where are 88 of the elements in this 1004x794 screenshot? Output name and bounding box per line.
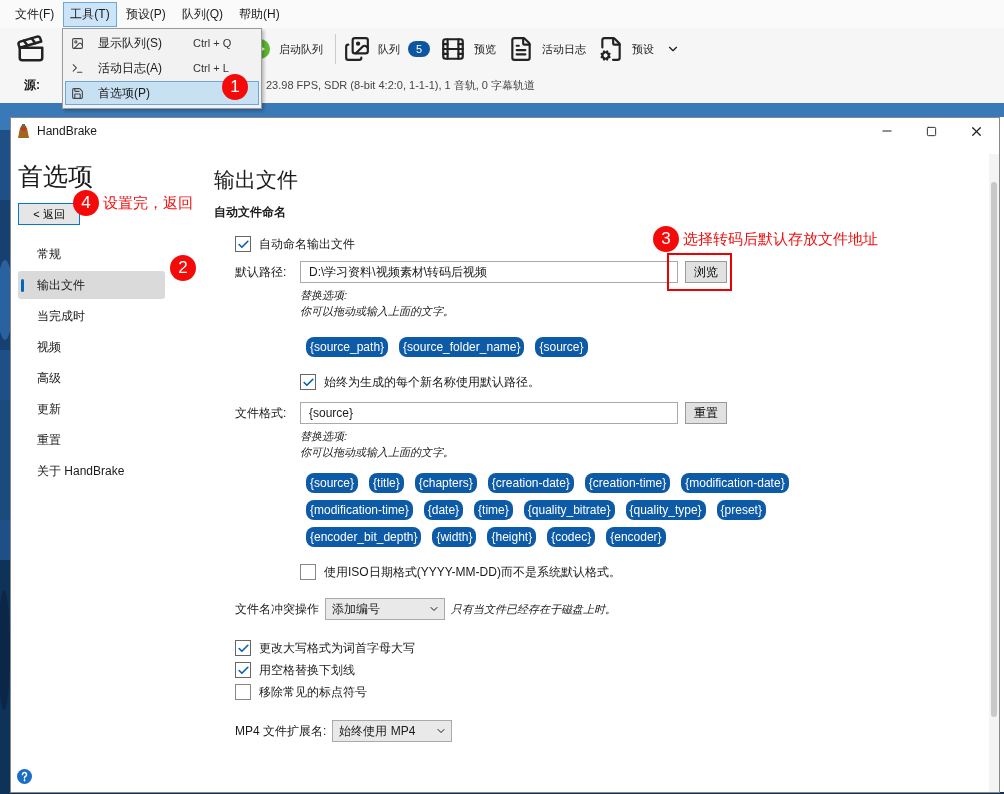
checkbox-label: 始终为生成的每个新名称使用默认路径。 <box>324 373 540 391</box>
checkbox[interactable] <box>235 684 251 700</box>
checkbox[interactable] <box>300 564 316 580</box>
checkbox-label: 用空格替换下划线 <box>259 661 355 679</box>
token-chip[interactable]: {codec} <box>547 527 596 547</box>
format-field[interactable]: {source} <box>300 402 678 424</box>
token-chip[interactable]: {source} <box>306 473 359 493</box>
menu-item[interactable]: 文件(F) <box>8 1 62 27</box>
nav-item[interactable]: 视频 <box>18 333 165 361</box>
token-chip[interactable]: {creation-date} <box>487 473 574 493</box>
clapperboard-icon[interactable] <box>16 34 46 64</box>
token-chip[interactable]: {title} <box>369 473 404 493</box>
token-chip[interactable]: {date} <box>423 500 464 520</box>
checkbox[interactable] <box>235 640 251 656</box>
checkbox-label: 更改大写格式为词首字母大写 <box>259 639 415 657</box>
window-title: HandBrake <box>37 124 99 138</box>
menu-entry[interactable]: 显示队列(S) Ctrl + Q <box>65 31 259 55</box>
browse-button[interactable]: 浏览 <box>685 261 727 283</box>
menu-entry-label: 首选项(P) <box>98 84 151 102</box>
section-title: 输出文件 <box>214 167 299 193</box>
shortcut-text: Ctrl + L <box>193 62 229 74</box>
path-field[interactable]: D:\学习资料\视频素材\转码后视频 <box>300 261 678 283</box>
note-text: 只有当文件已经存在于磁盘上时。 <box>451 601 616 617</box>
token-chip[interactable]: {time} <box>474 500 513 520</box>
token-chip[interactable]: {source_folder_name} <box>399 337 525 357</box>
checkbox-label: 移除常见的标点符号 <box>259 683 367 701</box>
back-button[interactable]: < 返回 <box>18 203 80 225</box>
group-heading: 自动文件命名 <box>214 204 287 221</box>
token-chip[interactable]: {chapters} <box>414 473 477 493</box>
images-icon[interactable] <box>344 36 370 62</box>
checkbox-label: 自动命名输出文件 <box>259 235 355 253</box>
reset-button[interactable]: 重置 <box>685 402 727 424</box>
annotation-text: 设置完，返回 <box>103 193 193 213</box>
menu-entry-label: 活动日志(A) <box>98 59 163 77</box>
checkbox[interactable] <box>235 236 251 252</box>
extension-select[interactable]: 始终使用 MP4 <box>332 720 453 742</box>
source-label: 源: <box>24 76 40 94</box>
checkbox-label: 使用ISO日期格式(YYYY-MM-DD)而不是系统默认格式。 <box>324 563 621 581</box>
token-chip[interactable]: {encoder_bit_depth} <box>306 527 422 547</box>
field-label: MP4 文件扩展名: <box>235 722 327 740</box>
menu-item[interactable]: 队列(Q) <box>174 1 230 27</box>
token-chip[interactable]: {encoder} <box>606 527 666 547</box>
film-icon[interactable] <box>440 36 467 62</box>
nav-item[interactable]: 高级 <box>18 364 165 392</box>
token-chip[interactable]: {modification-date} <box>681 473 789 493</box>
app-icon <box>16 123 31 139</box>
token-chip[interactable]: {creation-time} <box>584 473 671 493</box>
hint-text: 替换选项: <box>300 429 349 444</box>
page-heading: 首选项 <box>18 161 94 192</box>
hint-text: 替换选项: <box>300 288 349 303</box>
token-chip[interactable]: {source} <box>535 337 588 357</box>
toolbar-label[interactable]: 队列 <box>378 41 400 57</box>
toolbar-label[interactable]: 预设 <box>632 41 655 57</box>
field-label: 文件名冲突操作 <box>235 600 319 618</box>
nav-item[interactable]: 重置 <box>18 426 165 454</box>
token-chip[interactable]: {width} <box>432 527 477 547</box>
toolbar-label[interactable]: 活动日志 <box>542 41 587 57</box>
nav-item[interactable]: 输出文件 <box>18 271 165 299</box>
checkbox[interactable] <box>235 662 251 678</box>
annotation-text: 选择转码后默认存放文件地址 <box>683 229 878 249</box>
hint-text: 你可以拖动或输入上面的文字。 <box>300 445 455 460</box>
token-chip[interactable]: {source_path} <box>306 337 389 357</box>
count-badge: 5 <box>408 41 431 57</box>
nav-item[interactable]: 常规 <box>18 240 165 268</box>
hint-text: 你可以拖动或输入上面的文字。 <box>300 304 455 319</box>
conflict-select[interactable]: 添加编号 <box>325 598 445 620</box>
token-chip[interactable]: {quality_bitrate} <box>523 500 615 520</box>
field-label: 默认路径: <box>235 263 288 281</box>
menu-item[interactable]: 预设(P) <box>118 1 173 27</box>
nav-item[interactable]: 当完成时 <box>18 302 165 330</box>
token-chip[interactable]: {modification-time} <box>306 500 413 520</box>
nav-item[interactable]: 更新 <box>18 395 165 423</box>
help-icon[interactable] <box>17 769 32 784</box>
scrollbar[interactable] <box>989 154 999 792</box>
source-info: 23.98 FPS, SDR (8-bit 4:2:0, 1-1-1), 1 音轨, 0 字幕轨道 <box>266 77 535 93</box>
token-chip[interactable]: {height} <box>487 527 537 547</box>
menu-entry-label: 显示队列(S) <box>98 34 163 52</box>
field-label: 文件格式: <box>235 404 288 422</box>
menu-item[interactable]: 工具(T) <box>63 1 117 27</box>
shortcut-text: Ctrl + Q <box>193 37 232 49</box>
checkbox[interactable] <box>300 374 316 390</box>
toolbar-label[interactable]: 预览 <box>474 41 497 57</box>
toolbar-label[interactable]: 启动队列 <box>279 41 323 57</box>
token-chip[interactable]: {preset} <box>716 500 766 520</box>
maximize-icon[interactable] <box>926 125 937 137</box>
nav-item[interactable]: 关于 HandBrake <box>18 457 165 485</box>
token-chip[interactable]: {quality_type} <box>625 500 706 520</box>
menu-item[interactable]: 帮助(H) <box>232 1 287 27</box>
